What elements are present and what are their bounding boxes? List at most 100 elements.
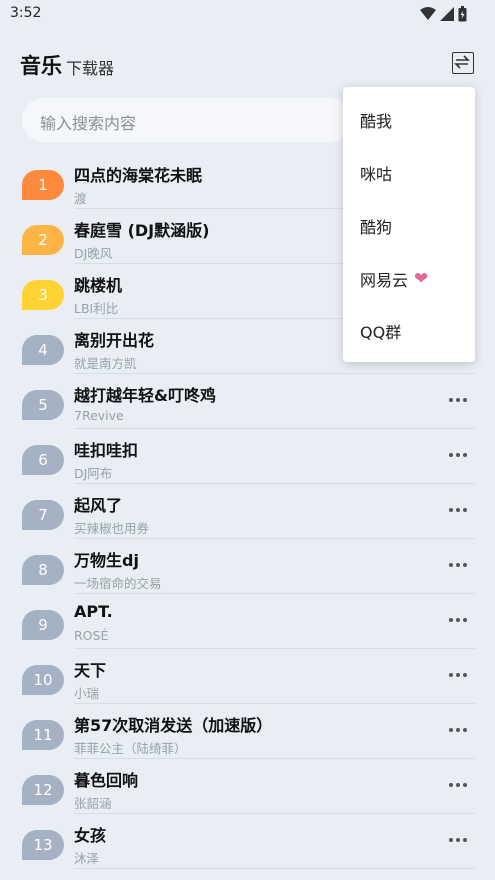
- app-subtitle: 下载器: [66, 59, 115, 78]
- dot: [463, 398, 467, 402]
- song-row[interactable]: 13 女孩 沐泽: [0, 814, 495, 869]
- song-title: 起风了: [74, 496, 123, 515]
- menu-item-kuwo[interactable]: 酷我: [360, 108, 392, 132]
- menu-item-qq-group[interactable]: QQ群: [360, 319, 401, 343]
- more-options-icon[interactable]: [449, 726, 469, 734]
- rank-badge: 10: [22, 665, 64, 695]
- dot: [463, 728, 467, 732]
- dot: [463, 673, 467, 677]
- rank-badge: 3: [22, 280, 64, 310]
- search-placeholder: 输入搜索内容: [40, 114, 137, 133]
- more-options-icon[interactable]: [449, 781, 469, 789]
- app-header: 音乐 下载器: [0, 44, 495, 84]
- app-title: 音乐: [20, 54, 62, 78]
- dot: [456, 728, 460, 732]
- dot: [449, 453, 453, 457]
- menu-item-netease[interactable]: 网易云 ❤: [360, 267, 428, 291]
- song-artist: 菲菲公主（陆绮菲）: [74, 741, 187, 756]
- dot: [449, 838, 453, 842]
- menu-item-label: 酷狗: [360, 218, 393, 237]
- song-row[interactable]: 5 越打越年轻&叮咚鸡 7Revive: [0, 374, 495, 429]
- song-artist: DJ阿布: [74, 466, 113, 481]
- rank-badge: 1: [22, 170, 64, 200]
- menu-item-kugou[interactable]: 酷狗: [360, 214, 392, 238]
- song-row[interactable]: 6 哇扣哇扣 DJ阿布: [0, 429, 495, 484]
- swap-icon: [454, 55, 470, 69]
- battery-icon: [458, 6, 467, 22]
- more-options-icon[interactable]: [449, 671, 469, 679]
- more-options-icon[interactable]: [449, 396, 469, 404]
- status-time: 3:52: [10, 5, 42, 21]
- song-title: 暮色回响: [74, 771, 139, 790]
- rank-badge: 6: [22, 445, 64, 475]
- song-title: 四点的海棠花未眠: [74, 166, 203, 185]
- more-options-icon[interactable]: [449, 836, 469, 844]
- dot: [456, 453, 460, 457]
- song-row[interactable]: 11 第57次取消发送（加速版） 菲菲公主（陆绮菲）: [0, 704, 495, 759]
- source-switch-button[interactable]: [452, 52, 474, 74]
- song-artist: 沐泽: [74, 851, 100, 866]
- status-icons: [420, 6, 467, 22]
- dot: [463, 783, 467, 787]
- heart-icon: ❤: [414, 269, 429, 289]
- wifi-icon: [420, 7, 436, 20]
- dot: [463, 618, 467, 622]
- song-artist: LBI利比: [74, 301, 119, 316]
- dot: [449, 728, 453, 732]
- song-title: APT.: [74, 602, 113, 621]
- menu-item-label: 网易云: [360, 271, 409, 290]
- rank-badge: 7: [22, 500, 64, 530]
- song-artist: 一场宿命的交易: [74, 576, 162, 591]
- song-row[interactable]: 10 天下小瑞: [0, 649, 495, 704]
- song-artist: 7Revive: [74, 408, 124, 423]
- dot: [449, 673, 453, 677]
- more-options-icon[interactable]: [449, 451, 469, 459]
- rank-badge: 4: [22, 335, 64, 365]
- song-artist: 张韶涵: [74, 796, 112, 811]
- song-title: 离别开出花: [74, 331, 155, 350]
- source-dropdown-menu: 酷我 咪咕 酷狗 网易云 ❤ QQ群: [343, 87, 475, 362]
- song-artist: 就是南方凯: [74, 356, 137, 371]
- rank-badge: 11: [22, 720, 64, 750]
- status-bar: 3:52: [0, 0, 495, 28]
- song-title: 跳楼机: [74, 276, 123, 295]
- menu-item-label: 酷我: [360, 112, 393, 131]
- dot: [463, 453, 467, 457]
- dot: [449, 398, 453, 402]
- dot: [456, 508, 460, 512]
- rank-badge: 5: [22, 390, 64, 420]
- dot: [456, 563, 460, 567]
- more-options-icon[interactable]: [449, 616, 469, 624]
- song-row[interactable]: 12 暮色回响张韶涵: [0, 759, 495, 814]
- dot: [456, 618, 460, 622]
- song-title: 女孩: [74, 826, 107, 845]
- song-title: 万物生dj: [74, 551, 139, 570]
- signal-icon: [440, 7, 454, 21]
- song-artist: 小瑞: [74, 686, 100, 701]
- song-title: 第57次取消发送（加速版）: [74, 716, 273, 735]
- song-title: 春庭雪 (DJ默涵版): [74, 221, 210, 240]
- song-row[interactable]: 9 APT. ROSÉ: [0, 594, 495, 649]
- dot: [456, 398, 460, 402]
- song-artist: 买辣椒也用券: [74, 521, 150, 536]
- dot: [456, 838, 460, 842]
- song-title: 天下: [74, 661, 107, 680]
- search-input[interactable]: 输入搜索内容: [22, 98, 352, 142]
- dot: [463, 508, 467, 512]
- dot: [456, 783, 460, 787]
- dot: [449, 618, 453, 622]
- menu-item-migu[interactable]: 咪咕: [360, 161, 392, 185]
- rank-badge: 12: [22, 775, 64, 805]
- dot: [463, 563, 467, 567]
- song-row[interactable]: 7 起风了买辣椒也用券: [0, 484, 495, 539]
- more-options-icon[interactable]: [449, 506, 469, 514]
- menu-item-label: 咪咕: [360, 165, 393, 184]
- song-row[interactable]: 8 万物生dj 一场宿命的交易: [0, 539, 495, 594]
- dot: [463, 838, 467, 842]
- dot: [456, 673, 460, 677]
- song-artist: ROSÉ: [74, 628, 109, 643]
- more-options-icon[interactable]: [449, 561, 469, 569]
- row-divider: [74, 868, 475, 869]
- dot: [449, 508, 453, 512]
- rank-badge: 2: [22, 225, 64, 255]
